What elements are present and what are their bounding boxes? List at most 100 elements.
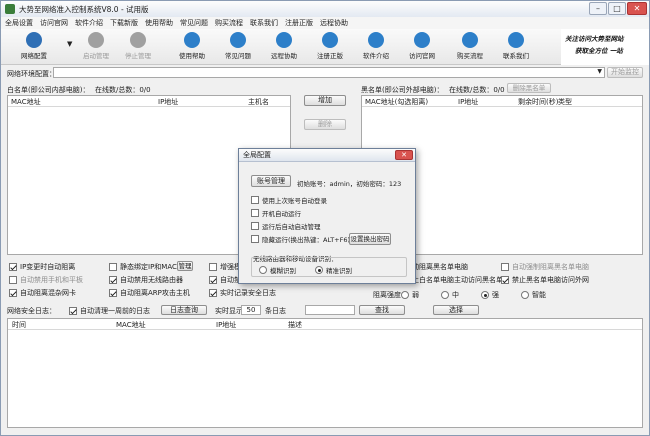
checkbox bbox=[251, 235, 259, 243]
dialog-title: 全局配置 bbox=[239, 149, 415, 162]
menu-item-9[interactable]: 远程协助 bbox=[320, 18, 348, 28]
strength-radio-3[interactable]: 智能 bbox=[521, 290, 546, 300]
account-manage-button[interactable]: 账号管理 bbox=[251, 175, 291, 187]
option-label: 实时记录安全日志 bbox=[220, 289, 276, 297]
dialog-check-label: 运行后自动启动管理 bbox=[262, 223, 321, 231]
toolbar-label: 注册正版 bbox=[317, 52, 343, 60]
strength-label: 强 bbox=[492, 291, 499, 299]
delete-blacklist-button[interactable]: 删除黑名单 bbox=[507, 83, 551, 93]
count-suffix: 条日志 bbox=[265, 307, 286, 315]
detect-label: 模糊识别 bbox=[270, 267, 296, 275]
toolbar-settings-button[interactable]: 网络配置 bbox=[11, 31, 57, 63]
col-ip: IP地址 bbox=[158, 98, 179, 106]
radio bbox=[259, 266, 267, 274]
menu-item-7[interactable]: 联系我们 bbox=[250, 18, 278, 28]
toolbar-label: 软件介绍 bbox=[363, 52, 389, 60]
dialog-check-0[interactable]: 使用上次账号自动登录 bbox=[251, 195, 327, 205]
dialog-close-button[interactable]: ✕ bbox=[395, 150, 413, 160]
menu-item-1[interactable]: 访问官网 bbox=[40, 18, 68, 28]
start-icon bbox=[88, 32, 104, 48]
col-time: 时间 bbox=[12, 321, 26, 329]
set-hotkey-button[interactable]: 设置换出密码 bbox=[349, 233, 391, 245]
promo-banner[interactable]: 关注访问大势至网站 获取全方位 一站 bbox=[561, 29, 649, 65]
auto-clean-check[interactable]: 自动清理一周前的日志 bbox=[69, 306, 150, 316]
maximize-button[interactable]: □ bbox=[608, 2, 626, 15]
chevron-down-icon: ▼ bbox=[597, 68, 602, 75]
banner-line-1: 关注访问大势至网站 bbox=[565, 35, 624, 43]
option-check-7[interactable]: 自动禁用无线路由器 bbox=[109, 275, 183, 285]
checkbox bbox=[251, 209, 259, 217]
menu-item-0[interactable]: 全局设置 bbox=[5, 18, 33, 28]
global-config-dialog: 全局配置 ✕ 账号管理 初始账号：admin，初始密码：123 使用上次账号自动… bbox=[238, 148, 416, 284]
dialog-check-1[interactable]: 开机自动运行 bbox=[251, 208, 301, 218]
help-icon bbox=[184, 32, 200, 48]
add-button[interactable]: 增加 bbox=[304, 95, 346, 106]
auto-clean-label: 自动清理一周前的日志 bbox=[80, 307, 150, 315]
search-button[interactable]: 查找 bbox=[359, 305, 405, 315]
menu-item-5[interactable]: 常见问题 bbox=[180, 18, 208, 28]
initial-account-info: 初始账号：admin，初始密码：123 bbox=[297, 180, 402, 188]
menu-item-8[interactable]: 注册正版 bbox=[285, 18, 313, 28]
close-button[interactable]: ✕ bbox=[627, 2, 647, 15]
start-monitor-button[interactable]: 开始监控 bbox=[607, 67, 643, 78]
website-icon bbox=[414, 32, 430, 48]
menu-item-2[interactable]: 软件介绍 bbox=[75, 18, 103, 28]
menu-item-6[interactable]: 购买流程 bbox=[215, 18, 243, 28]
window-title: 大势至网络准入控制系统V8.0 - 试用版 bbox=[19, 4, 149, 14]
radio bbox=[401, 291, 409, 299]
toolbar-register-button[interactable]: 注册正版 bbox=[307, 31, 353, 63]
remove-button[interactable]: 删除 bbox=[304, 119, 346, 130]
option-check-10[interactable]: 禁止黑名单电脑访问外网 bbox=[501, 275, 589, 285]
col-hostname: 主机名 bbox=[248, 98, 269, 106]
toolbar-faq-button[interactable]: 常见问题 bbox=[215, 31, 261, 63]
option-label: 自动阻离ARP攻击主机 bbox=[120, 289, 190, 297]
menu-item-3[interactable]: 下载新版 bbox=[110, 18, 138, 28]
option-label: IP变更时自动阻离 bbox=[20, 263, 76, 271]
menu-item-4[interactable]: 使用帮助 bbox=[145, 18, 173, 28]
toolbar-cart-button[interactable]: 购买流程 bbox=[447, 31, 493, 63]
option-check-6[interactable]: 自动禁用手机和平板 bbox=[9, 275, 83, 285]
select-button[interactable]: 选择 bbox=[433, 305, 479, 315]
log-query-button[interactable]: 日志查询 bbox=[161, 305, 207, 315]
toolbar-label: 使用帮助 bbox=[179, 52, 205, 60]
option-check-9[interactable]: 止白名单电脑主动访问黑名单 bbox=[401, 275, 503, 285]
checkbox bbox=[209, 276, 217, 284]
col-ip: IP地址 bbox=[216, 321, 237, 329]
log-count-input[interactable]: 50 bbox=[241, 305, 261, 315]
checkbox bbox=[209, 263, 217, 271]
toolbar-website-button[interactable]: 访问官网 bbox=[399, 31, 445, 63]
strength-radio-2[interactable]: 强 bbox=[481, 290, 499, 300]
checkbox bbox=[501, 276, 509, 284]
log-table[interactable]: 时间 MAC地址 IP地址 描述 bbox=[7, 318, 643, 428]
detect-radio-1[interactable]: 精准识别 bbox=[315, 265, 352, 275]
dialog-check-3[interactable]: 隐藏运行(换出热键：ALT+F6) bbox=[251, 234, 350, 244]
dialog-check-label: 使用上次账号自动登录 bbox=[262, 197, 327, 205]
minimize-button[interactable]: – bbox=[589, 2, 607, 15]
option-check-0[interactable]: IP变更时自动阻离 bbox=[9, 262, 75, 272]
toolbar-start-button[interactable]: 启动管理 bbox=[73, 31, 119, 63]
option-check-1[interactable]: 静态绑定IP和MAC bbox=[109, 262, 177, 272]
blacklist-header: MAC地址(勾选阻离) IP地址 剩余时间(秒) 类型 bbox=[362, 96, 642, 107]
strength-radio-0[interactable]: 弱 bbox=[401, 290, 419, 300]
toolbar-help-button[interactable]: 使用帮助 bbox=[169, 31, 215, 63]
option-check-11[interactable]: 自动阻离混杂网卡 bbox=[9, 288, 76, 298]
dialog-check-2[interactable]: 运行后自动启动管理 bbox=[251, 221, 321, 231]
toolbar-stop-button[interactable]: 停止管理 bbox=[115, 31, 161, 63]
toolbar-gear-button[interactable]: 软件介绍 bbox=[353, 31, 399, 63]
checkbox bbox=[9, 276, 17, 284]
strength-radio-1[interactable]: 中 bbox=[441, 290, 459, 300]
option-check-13[interactable]: 实时记录安全日志 bbox=[209, 288, 276, 298]
detect-radio-0[interactable]: 模糊识别 bbox=[259, 265, 296, 275]
col-remaining: 剩余时间(秒) bbox=[518, 98, 559, 106]
strength-label: 弱 bbox=[412, 291, 419, 299]
toolbar-remote-button[interactable]: 远程协助 bbox=[261, 31, 307, 63]
env-select[interactable]: ▼ bbox=[53, 67, 605, 78]
main-window: 大势至网络准入控制系统V8.0 - 试用版 – □ ✕ 全局设置 访问官网 软件介绍… bbox=[0, 0, 650, 436]
log-search-input[interactable] bbox=[305, 305, 355, 315]
checkbox bbox=[109, 276, 117, 284]
manage-button[interactable]: 管理 bbox=[177, 261, 193, 271]
option-check-12[interactable]: 自动阻离ARP攻击主机 bbox=[109, 288, 190, 298]
option-check-5[interactable]: 自动强制阻离黑名单电脑 bbox=[501, 262, 589, 272]
chevron-down-icon[interactable]: ▼ bbox=[67, 40, 72, 48]
toolbar-contact-button[interactable]: 联系我们 bbox=[493, 31, 539, 63]
